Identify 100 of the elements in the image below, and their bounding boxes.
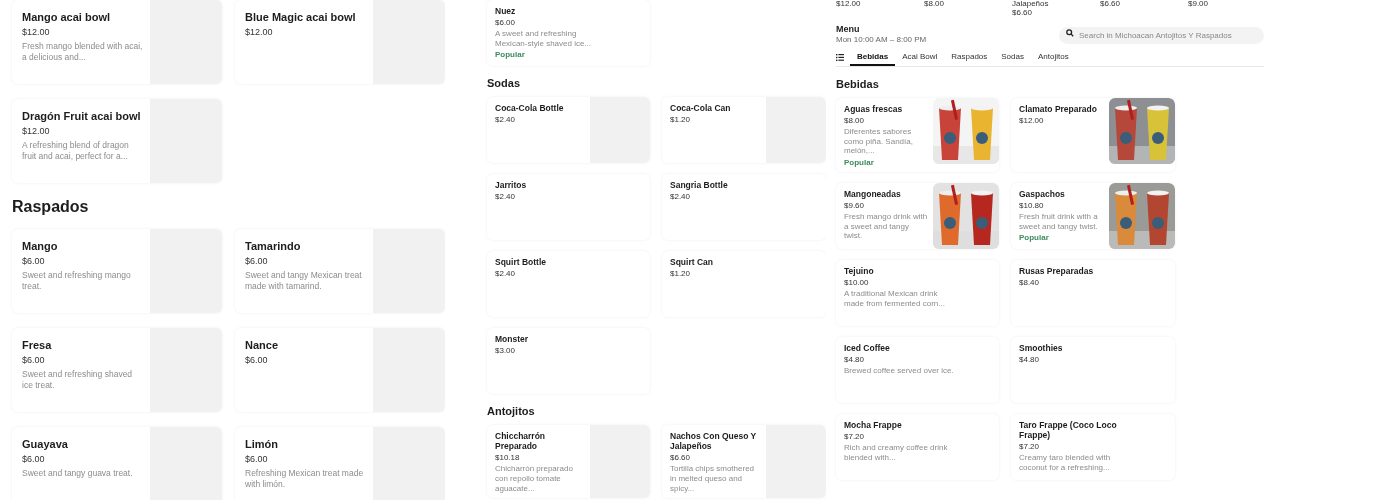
- item-price: $12.00: [22, 126, 50, 136]
- item-description: A sweet and refreshing Mexican-style shaved ice...: [495, 29, 593, 49]
- menu-item-card[interactable]: Chiccharrón Preparado $10.18 Chicharrón preparado con repollo tomate aguacate...: [487, 425, 650, 499]
- item-name: Sangria Bottle: [670, 180, 728, 191]
- item-price: $9.60: [844, 201, 865, 211]
- item-price: $6.00: [22, 355, 45, 365]
- menu-item-card[interactable]: Tejuino $10.00 A traditional Mexican drink made from fermented corn...: [836, 259, 999, 326]
- menu-item-card[interactable]: Blue Magic acai bowl $12.00: [235, 0, 445, 84]
- item-price: $10.80: [1019, 201, 1044, 211]
- item-name: Dragón Fruit acai bowl: [22, 110, 141, 122]
- item-name: Clamato Preparado: [1019, 104, 1097, 115]
- search-field[interactable]: Search in Michoacan Antojitos Y Raspados: [1059, 27, 1264, 44]
- strip-text: $6.60: [1012, 8, 1033, 18]
- item-price: $4.80: [1019, 355, 1040, 365]
- item-price: $6.00: [495, 18, 516, 28]
- item-name: Taro Frappe (Coco Loco Frappe): [1019, 419, 1118, 441]
- item-name: Guayava: [22, 438, 68, 450]
- menu-item-card[interactable]: Mangoneadas $9.60 Fresh mango drink with a sweet and tangy twist.: [836, 182, 999, 249]
- section-heading: Raspados: [12, 198, 90, 216]
- item-name: Coca-Cola Bottle: [495, 103, 564, 114]
- strip-text: $9.00: [1188, 0, 1209, 9]
- menu-item-card[interactable]: Iced Coffee $4.80 Brewed coffee served over ice.: [836, 336, 999, 403]
- item-description: Brewed coffee served over ice.: [844, 366, 954, 376]
- menu-item-card[interactable]: Rusas Preparadas $8.40: [1011, 259, 1175, 326]
- strip-text: $6.60: [1100, 0, 1121, 9]
- menu-item-card[interactable]: Clamato Preparado $12.00: [1011, 98, 1175, 172]
- item-price: $8.00: [844, 116, 865, 126]
- item-description: Tortilla chips smothered in melted queso and spicy...: [670, 464, 756, 494]
- item-price: $7.20: [1019, 442, 1040, 452]
- item-description: A traditional Mexican drink made from fermented corn...: [844, 289, 946, 309]
- item-description: Creamy taro blended with coconut for a refreshing...: [1019, 453, 1112, 473]
- category-tab[interactable]: Raspados: [944, 48, 995, 66]
- menu-item-card[interactable]: Dragón Fruit acai bowl $12.00 A refreshing blend of dragon fruit and acai, perfect for a...: [12, 99, 222, 183]
- menu-item-card[interactable]: Coca-Cola Bottle $2.40: [487, 97, 650, 163]
- menu-item-card[interactable]: Guayava $6.00 Sweet and tangy guava treat.: [12, 427, 222, 500]
- popular-label: Popular: [1019, 233, 1049, 243]
- item-price: $6.00: [245, 256, 268, 266]
- menu-item-card[interactable]: Squirt Can $1.20: [662, 251, 826, 317]
- menu-item-card[interactable]: Mocha Frappe $7.20 Rich and creamy coffee drink blended with...: [836, 413, 999, 480]
- item-price: $1.20: [670, 115, 691, 125]
- item-price: $2.40: [495, 192, 516, 202]
- item-price: $4.80: [844, 355, 865, 365]
- category-tab[interactable]: Bebidas: [850, 48, 896, 66]
- item-name: Squirt Can: [670, 257, 713, 268]
- section-heading: Antojitos: [487, 405, 536, 417]
- menu-item-card[interactable]: Fresa $6.00 Sweet and refreshing shaved ice treat.: [12, 328, 222, 412]
- item-price: $2.40: [495, 115, 516, 125]
- category-tab[interactable]: Sodas: [994, 48, 1031, 66]
- item-price: $3.00: [495, 346, 516, 356]
- menu-item-card[interactable]: Smoothies $4.80: [1011, 336, 1175, 403]
- strip-text: Jalapeños: [1012, 0, 1049, 8]
- menu-item-card[interactable]: Mango $6.00 Sweet and refreshing mango treat.: [12, 229, 222, 313]
- menu-item-card[interactable]: Limón $6.00 Refreshing Mexican treat made with limón.: [235, 427, 445, 500]
- menu-item-card[interactable]: Nance $6.00: [235, 328, 445, 412]
- popular-label: Popular: [495, 50, 525, 60]
- section-heading: Sodas: [487, 77, 521, 89]
- item-price: $12.00: [22, 27, 50, 37]
- menu-item-card[interactable]: Squirt Bottle $2.40: [487, 251, 650, 317]
- menu-item-card[interactable]: Nachos Con Queso Y Jalapeños $6.60 Tortilla chips smothered in melted queso and spicy...: [662, 425, 826, 499]
- item-name: Nuez: [495, 6, 516, 17]
- item-price: $6.60: [670, 453, 691, 463]
- item-name: Gaspachos: [1019, 188, 1065, 200]
- item-name: Tamarindo: [245, 240, 301, 252]
- item-price: $2.40: [670, 192, 691, 202]
- strip-text: $8.00: [924, 0, 945, 9]
- item-description: Sweet and tangy Mexican treat made with tamarind.: [245, 270, 363, 293]
- menu-item-card[interactable]: Jarritos $2.40: [487, 174, 650, 240]
- item-price: $7.20: [844, 432, 865, 442]
- category-tab[interactable]: Antojitos: [1030, 48, 1076, 66]
- item-description: Sweet and refreshing shaved ice treat.: [22, 369, 134, 392]
- item-description: Diferentes sabores como piña. Sandía, melón,...: [844, 127, 914, 156]
- item-name: Squirt Bottle: [495, 257, 546, 268]
- item-name: Rusas Preparadas: [1019, 265, 1094, 277]
- item-price: $6.00: [245, 454, 268, 464]
- item-name: Blue Magic acai bowl: [245, 11, 356, 23]
- item-price: $6.00: [22, 256, 45, 266]
- item-name: Coca-Cola Can: [670, 103, 731, 114]
- menu-item-card[interactable]: Tamarindo $6.00 Sweet and tangy Mexican treat made with tamarind.: [235, 229, 445, 313]
- item-name: Nachos Con Queso Y Jalapeños: [670, 431, 758, 452]
- menu-item-card[interactable]: Nuez $6.00 A sweet and refreshing Mexican-style shaved ice... Popular: [487, 0, 650, 66]
- category-tab[interactable]: Acai Bowl: [895, 48, 945, 66]
- menu-item-card[interactable]: Aguas frescas $8.00 Diferentes sabores como piña. Sandía, melón,... Popular: [836, 98, 999, 172]
- menu-item-card[interactable]: Taro Frappe (Coco Loco Frappe) $7.20 Creamy taro blended with coconut for a refreshing...: [1011, 413, 1175, 480]
- item-description: Fresh mango blended with acai, a delicious and...: [22, 41, 144, 64]
- section-heading: Bebidas: [836, 78, 880, 90]
- menu-item-card[interactable]: Mango acai bowl $12.00 Fresh mango blended with acai, a delicious and...: [12, 0, 222, 84]
- list-icon[interactable]: [836, 53, 844, 61]
- menu-item-card[interactable]: Gaspachos $10.80 Fresh fruit drink with a sweet and tangy twist. Popular: [1011, 182, 1175, 249]
- menu-item-card[interactable]: Monster $3.00: [487, 328, 650, 394]
- item-name: Smoothies: [1019, 342, 1063, 354]
- item-description: Fresh fruit drink with a sweet and tangy twist.: [1019, 212, 1099, 232]
- item-name: Iced Coffee: [844, 342, 890, 354]
- item-price: $6.00: [22, 454, 45, 464]
- item-description: Sweet and refreshing mango treat.: [22, 270, 132, 293]
- menu-item-card[interactable]: Coca-Cola Can $1.20: [662, 97, 826, 163]
- item-price: $2.40: [495, 269, 516, 279]
- opening-hours: Mon 10:00 AM – 8:00 PM: [836, 35, 927, 44]
- menu-item-card[interactable]: Sangria Bottle $2.40: [662, 174, 826, 240]
- item-name: Aguas frescas: [844, 104, 903, 115]
- popular-label: Popular: [844, 157, 874, 167]
